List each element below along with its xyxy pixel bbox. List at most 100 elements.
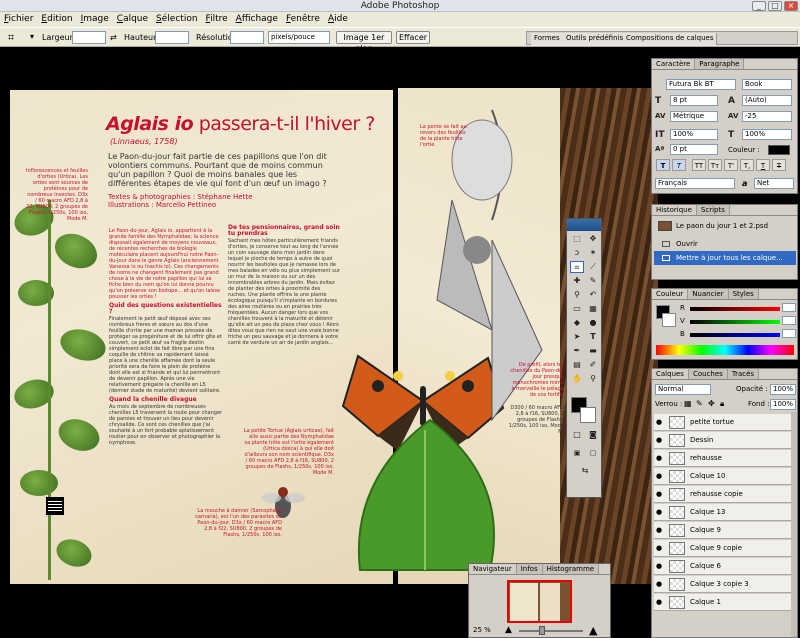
tab-paths[interactable]: Tracés [727, 369, 760, 379]
menu-edit[interactable]: Edition [41, 12, 72, 27]
menu-layer[interactable]: Calque [117, 12, 148, 27]
dodge-tool-icon[interactable]: ● [586, 317, 600, 329]
width-field[interactable] [72, 31, 106, 44]
crop-tool-icon[interactable]: ⌗ [8, 31, 14, 45]
maximize-button[interactable]: □ [768, 1, 782, 11]
screen-mode-standard-icon[interactable]: ▣ [570, 447, 584, 459]
visibility-eye-icon[interactable]: ● [656, 562, 666, 570]
visibility-eye-icon[interactable]: ● [656, 526, 666, 534]
tab-histogram[interactable]: Histogramme [542, 564, 600, 574]
zoom-tool-icon[interactable]: ⚲ [586, 373, 600, 385]
zoom-slider-thumb[interactable] [539, 626, 545, 635]
layer-row[interactable]: ● Calque 9 copie [654, 540, 794, 557]
underline-button[interactable]: T [756, 159, 770, 171]
tab-swatches[interactable]: Nuancier [688, 289, 729, 299]
layer-row[interactable]: ● rehausse [654, 450, 794, 467]
green-slider[interactable] [690, 320, 780, 324]
visibility-eye-icon[interactable]: ● [656, 418, 666, 426]
font-style-select[interactable]: Book [742, 79, 792, 90]
height-field[interactable] [155, 31, 189, 44]
palette-well-tab-presets[interactable]: Outils prédéfinis [563, 33, 628, 45]
layer-row[interactable]: ● Calque 6 [654, 558, 794, 575]
close-button[interactable]: × [784, 1, 798, 11]
visibility-eye-icon[interactable]: ● [656, 454, 666, 462]
magic-wand-icon[interactable]: ✶ [586, 247, 600, 259]
superscript-button[interactable]: T' [724, 159, 738, 171]
standard-mode-icon[interactable]: □ [570, 429, 584, 441]
dropdown-arrow-icon[interactable]: ▾ [30, 32, 34, 41]
language-select[interactable]: Français [655, 178, 735, 189]
faux-italic-button[interactable]: T [672, 159, 686, 171]
resolution-units-select[interactable]: pixels/pouce [268, 31, 330, 44]
menu-help[interactable]: Aide [328, 12, 348, 27]
menu-select[interactable]: Sélection [156, 12, 197, 27]
visibility-eye-icon[interactable]: ● [656, 508, 666, 516]
blue-value[interactable] [782, 329, 796, 338]
layer-row[interactable]: ● Calque 3 copie 3 [654, 576, 794, 593]
palette-well-tab-comps[interactable]: Compositions de calques [623, 33, 718, 45]
tab-layers[interactable]: Calques [652, 369, 689, 379]
hand-tool-icon[interactable]: ✋ [570, 373, 584, 385]
layer-row[interactable]: ● Calque 13 [654, 504, 794, 521]
healing-brush-icon[interactable]: ✚ [570, 275, 584, 287]
tab-styles[interactable]: Styles [728, 289, 759, 299]
tab-info[interactable]: Infos [516, 564, 543, 574]
zoom-in-icon[interactable]: ▲ [589, 624, 597, 637]
opacity-field[interactable]: 100% [770, 384, 796, 395]
visibility-eye-icon[interactable]: ● [656, 490, 666, 498]
lock-position-icon[interactable]: ✥ [708, 399, 715, 408]
screen-mode-full-icon[interactable]: ▢ [586, 447, 600, 459]
tab-history[interactable]: Historique [652, 205, 697, 215]
horizontal-scale-field[interactable]: 100% [742, 129, 792, 140]
tab-navigator[interactable]: Navigateur [469, 564, 517, 574]
minimize-button[interactable]: _ [752, 1, 766, 11]
layer-row[interactable]: ● Calque 9 [654, 522, 794, 539]
brush-tool-icon[interactable]: ✎ [586, 275, 600, 287]
visibility-eye-icon[interactable]: ● [656, 598, 666, 606]
clear-button[interactable]: Effacer [396, 31, 430, 44]
crop-tool-icon[interactable]: ⌗ [570, 261, 584, 273]
blue-slider[interactable] [690, 333, 780, 337]
subscript-button[interactable]: T, [740, 159, 754, 171]
history-brush-icon[interactable]: ↶ [586, 289, 600, 301]
menu-file[interactable]: Fichier [4, 12, 33, 27]
fill-field[interactable]: 100% [770, 399, 796, 410]
menu-image[interactable]: Image [81, 12, 109, 27]
pen-tool-icon[interactable]: ✒ [570, 345, 584, 357]
lock-transparency-icon[interactable]: ▦ [684, 399, 692, 408]
eyedropper-icon[interactable]: ✐ [586, 359, 600, 371]
visibility-eye-icon[interactable]: ● [656, 580, 666, 588]
history-item-update-layers[interactable]: Mettre à jour tous les calque... [654, 251, 796, 265]
red-slider[interactable] [690, 307, 780, 311]
path-selection-icon[interactable]: ➤ [570, 331, 584, 343]
layer-row[interactable]: ● petite tortue [654, 414, 794, 431]
move-tool-icon[interactable]: ✥ [586, 233, 600, 245]
zoom-value[interactable]: 25 % [473, 626, 491, 634]
tab-actions[interactable]: Scripts [696, 205, 730, 215]
tab-character[interactable]: Caractère [652, 59, 696, 69]
layer-row[interactable]: ● Dessin [654, 432, 794, 449]
faux-bold-button[interactable]: T [656, 159, 670, 171]
text-color-swatch[interactable] [768, 145, 790, 155]
green-value[interactable] [782, 316, 796, 325]
baseline-shift-field[interactable]: 0 pt [670, 144, 718, 155]
font-size-field[interactable]: 8 pt [670, 95, 718, 106]
front-image-button[interactable]: Image 1er plan [336, 31, 392, 53]
tab-color[interactable]: Couleur [652, 289, 689, 299]
tracking-field[interactable]: -25 [742, 111, 792, 122]
visibility-eye-icon[interactable]: ● [656, 436, 666, 444]
font-family-select[interactable]: Futura Bk BT [666, 79, 736, 90]
all-caps-button[interactable]: TT [692, 159, 706, 171]
type-tool-icon[interactable]: T [586, 331, 600, 343]
visibility-eye-icon[interactable]: ● [656, 472, 666, 480]
tab-paragraph[interactable]: Paragraphe [695, 59, 745, 69]
history-snapshot[interactable]: Le paon du jour 1 et 2.psd [654, 219, 796, 233]
menu-view[interactable]: Affichage [236, 12, 278, 27]
kerning-field[interactable]: Métrique [670, 111, 718, 122]
blend-mode-select[interactable]: Normal [655, 384, 711, 395]
navigator-view-box[interactable] [507, 580, 572, 623]
quick-mask-icon[interactable]: ◙ [586, 429, 600, 441]
menu-filter[interactable]: Filtre [206, 12, 228, 27]
gradient-tool-icon[interactable]: ▦ [586, 303, 600, 315]
zoom-slider[interactable] [519, 630, 583, 632]
